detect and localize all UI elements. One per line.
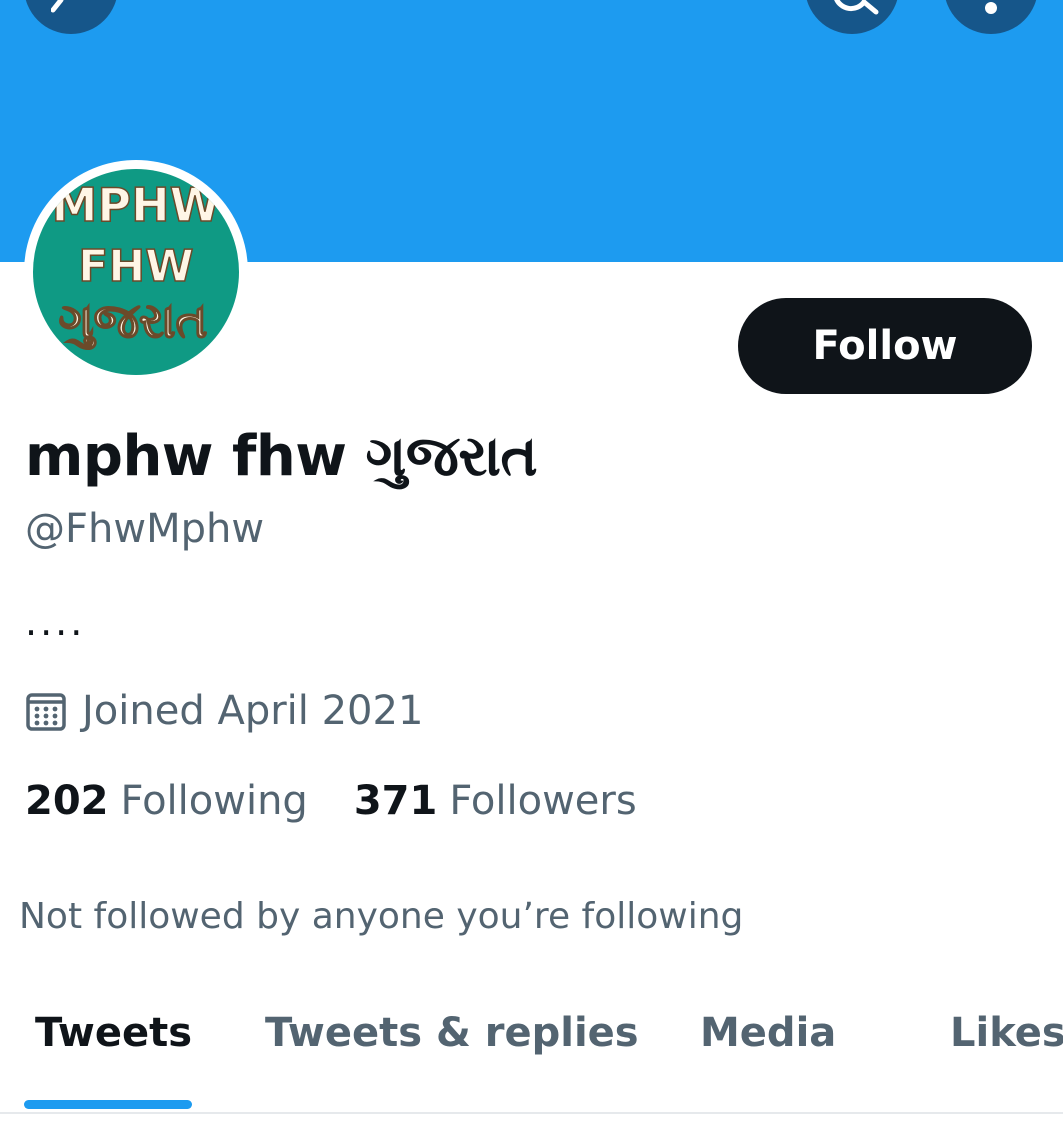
mutual-followers-note: Not followed by anyone you’re following — [19, 896, 744, 937]
active-tab-indicator — [24, 1100, 192, 1109]
calendar-icon — [26, 693, 66, 731]
followers-count: 371 — [353, 778, 438, 824]
user-handle: @FhwMphw — [25, 506, 265, 552]
avatar-image: MPHW FHW ગુજરાત — [33, 169, 239, 375]
tab-tweets-and-replies[interactable]: Tweets & replies — [265, 1010, 639, 1056]
more-options-icon — [985, 2, 997, 14]
bio: .... — [25, 600, 86, 644]
avatar[interactable]: MPHW FHW ગુજરાત — [24, 160, 248, 384]
profile-tabs: Tweets Tweets & replies Media Likes — [0, 990, 1063, 1114]
search-icon — [834, 0, 879, 15]
follow-stats: 202 Following 371 Followers — [25, 778, 637, 824]
back-arrow-icon — [51, 0, 64, 13]
tab-likes[interactable]: Likes — [950, 1010, 1063, 1056]
tab-media[interactable]: Media — [700, 1010, 836, 1056]
join-date-text: Joined April 2021 — [82, 688, 424, 734]
display-name: mphw fhw ગુજરાત — [25, 424, 538, 489]
join-date: Joined April 2021 — [24, 686, 423, 736]
tab-tweets[interactable]: Tweets — [35, 1010, 192, 1056]
avatar-text-line3: ગુજરાત — [59, 293, 208, 350]
avatar-text-line1: MPHW — [52, 178, 221, 232]
following-label: Following — [120, 778, 308, 824]
follow-button[interactable]: Follow — [738, 298, 1032, 394]
followers-link[interactable]: 371 Followers — [354, 778, 637, 824]
followers-label: Followers — [449, 778, 637, 824]
following-link[interactable]: 202 Following — [25, 778, 308, 824]
following-count: 202 — [25, 778, 109, 824]
avatar-text-line2: FHW — [78, 241, 193, 292]
